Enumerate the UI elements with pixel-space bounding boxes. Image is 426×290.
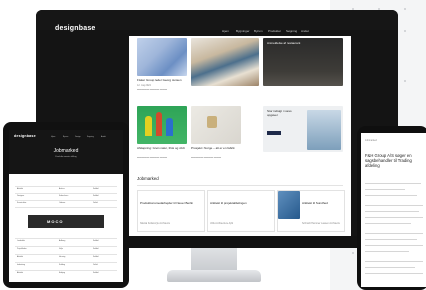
job-image xyxy=(278,191,300,219)
nav-item[interactable]: Produkter xyxy=(268,29,281,33)
nav-item[interactable]: Søgning xyxy=(286,29,297,33)
article-title[interactable]: Prosjekt i Norge – alt er en fabrik xyxy=(191,146,241,151)
nav-item[interactable]: Hjem xyxy=(51,136,55,138)
job-title[interactable]: Produktionsmedarbejder til Neuer Berlin xyxy=(140,201,200,206)
table-cell: Aarhus xyxy=(59,188,65,190)
advert-image xyxy=(307,110,341,150)
tablet-screen: designbase Hjem Byrum Design Søgning And… xyxy=(9,130,123,282)
featured-image[interactable] xyxy=(191,38,259,86)
job-title[interactable]: Arkitekt til projektafdelingen xyxy=(210,201,270,206)
breadcrumb[interactable]: Jobmarked xyxy=(365,139,377,142)
table-cell: Aalborg xyxy=(59,240,66,242)
job-title: F&H Group A/S søger en sagsbehandler til… xyxy=(365,153,412,168)
website-screen: Fisker Group leder Georg Jensen 12. maj … xyxy=(129,36,351,242)
table-cell: Esbjerg xyxy=(59,272,66,274)
nav-item[interactable]: Byrum xyxy=(254,29,263,33)
job-title[interactable]: Arkitekt til Sundhed xyxy=(302,201,342,206)
advert-banner[interactable] xyxy=(28,215,104,228)
table-cell: Odense xyxy=(59,202,66,204)
table-cell: Fuldtid xyxy=(93,248,99,250)
nav-item[interactable]: Andet xyxy=(101,136,106,138)
monitor-base xyxy=(167,270,261,282)
article-title[interactable]: Afslapning: Grøn natur, frisk og vildt xyxy=(137,146,187,151)
banner-text: MOCO xyxy=(47,219,64,224)
table-cell: Deltid xyxy=(93,264,98,266)
decor-dot xyxy=(352,252,354,254)
nav-item[interactable]: Design xyxy=(75,136,81,138)
table-cell[interactable]: Indretning xyxy=(17,264,25,266)
advert-title[interactable]: Stor indsigt i vores opgaver xyxy=(267,109,297,117)
table-cell: Fuldtid xyxy=(93,256,99,258)
table-cell: Fuldtid xyxy=(93,240,99,242)
page-subtitle: Find din næste stilling xyxy=(55,156,77,158)
phone-device: Jobmarked F&H Group A/S søger en sagsbeh… xyxy=(357,126,426,290)
nav-item[interactable]: Søgning xyxy=(87,136,94,138)
job-company: Ulrik Architecture ApS xyxy=(210,222,234,225)
table-cell: Fuldtid xyxy=(93,195,99,197)
table-cell[interactable]: Konstruktør xyxy=(17,202,26,204)
article-date: 12. maj 2024 xyxy=(137,84,151,87)
decor-dot xyxy=(404,30,406,32)
advert-button[interactable] xyxy=(267,131,281,135)
article-image[interactable] xyxy=(137,38,187,76)
job-company: Schmidt Hammer Lassen Architects xyxy=(302,222,340,225)
table-cell[interactable]: Arkitekt xyxy=(17,272,23,274)
table-cell[interactable]: Arkitekt xyxy=(17,256,23,258)
nav-item[interactable]: Hjem xyxy=(222,29,229,33)
job-company: Nikolai Kotlarczyk Architects xyxy=(140,222,170,225)
page-title: Jobmarked xyxy=(53,148,79,154)
nav-item[interactable]: Andet xyxy=(301,29,309,33)
site-logo[interactable]: designbase xyxy=(14,134,36,138)
phone-screen: Jobmarked F&H Group A/S søger en sagsbeh… xyxy=(361,133,426,287)
tablet-device: designbase Hjem Byrum Design Søgning And… xyxy=(3,122,129,288)
jobs-heading: Jobmarked xyxy=(137,176,159,181)
table-cell: København xyxy=(59,195,69,197)
table-cell[interactable]: Arkitekt xyxy=(17,188,23,190)
dark-card-title[interactable]: Anmeldelse af restaurant xyxy=(267,41,337,46)
table-cell: Vejle xyxy=(59,248,63,250)
article-title[interactable]: Fisker Group leder Georg Jensen xyxy=(137,78,187,83)
nav-item[interactable]: Byrum xyxy=(63,136,68,138)
table-cell[interactable]: Landskab xyxy=(17,240,25,242)
decor-dot xyxy=(404,8,406,10)
table-cell: Deltid xyxy=(93,202,98,204)
nav-item[interactable]: Bygninger xyxy=(236,29,250,33)
table-cell[interactable]: Designer xyxy=(17,195,24,197)
table-cell: Fuldtid xyxy=(93,188,99,190)
site-logo[interactable]: designbase xyxy=(55,25,96,32)
table-cell: Kolding xyxy=(59,264,65,266)
job-card[interactable] xyxy=(207,190,275,232)
table-cell: Fuldtid xyxy=(93,272,99,274)
job-card[interactable] xyxy=(137,190,205,232)
decor-dot xyxy=(404,80,406,82)
table-cell: Herning xyxy=(59,256,66,258)
table-cell[interactable]: Projektleder xyxy=(17,248,27,250)
